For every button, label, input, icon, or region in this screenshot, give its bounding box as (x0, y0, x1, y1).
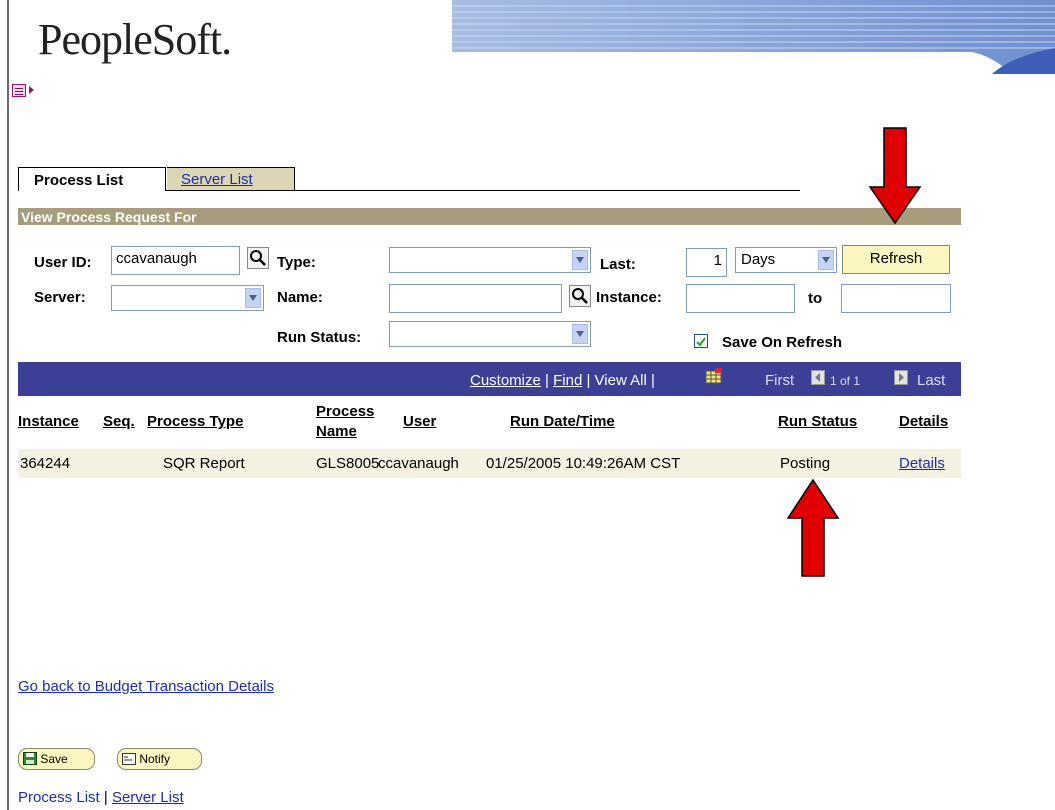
chevron-down-icon[interactable] (818, 250, 834, 270)
annotation-arrow-down-icon (868, 127, 922, 225)
annotation-arrow-up-icon (786, 478, 840, 577)
cell-process-type: SQR Report (163, 455, 245, 472)
separator: | (650, 372, 655, 389)
col-instance[interactable]: Instance (18, 413, 79, 430)
col-process-name-line2: Name (316, 423, 357, 440)
tab-server-list-link[interactable]: Server List (181, 171, 253, 188)
footer-process-list-link[interactable]: Process List (18, 789, 100, 806)
peoplesoft-logo: PeopleSoft. (38, 15, 232, 64)
find-link[interactable]: Find (553, 372, 582, 389)
instance-label: Instance: (596, 289, 662, 306)
user-id-lookup-icon[interactable] (247, 247, 269, 269)
expand-arrow-icon[interactable] (29, 86, 34, 94)
tab-process-list[interactable]: Process List (18, 167, 166, 191)
type-select[interactable] (389, 247, 591, 273)
user-id-input[interactable]: ccavanaugh (111, 246, 240, 275)
cell-process-name: GLS8005 (316, 455, 380, 472)
cell-run-status: Posting (780, 455, 831, 472)
grid-toolbar: Customize | Find | View All | First 1 of… (18, 362, 961, 396)
notify-envelope-icon (122, 753, 136, 765)
col-run-date-time[interactable]: Run Date/Time (510, 413, 615, 430)
save-disk-icon (23, 752, 37, 765)
download-to-excel-icon[interactable] (705, 368, 723, 384)
checkmark-icon (696, 337, 706, 347)
tab-process-list-label: Process List (34, 172, 124, 189)
name-input[interactable] (389, 284, 562, 313)
name-label: Name: (277, 289, 323, 306)
customize-link[interactable]: Customize (470, 372, 541, 389)
view-all-link[interactable]: View All (595, 372, 647, 389)
col-user[interactable]: User (403, 413, 436, 430)
save-button[interactable]: Save (18, 748, 95, 770)
user-id-label: User ID: (34, 254, 92, 271)
server-select[interactable] (111, 285, 264, 311)
first-label: First (765, 372, 795, 389)
tab-server-list[interactable]: Server List (167, 167, 295, 190)
save-button-label: Save (40, 752, 68, 766)
col-process-name[interactable]: Process Name (316, 402, 374, 442)
chevron-down-icon[interactable] (572, 324, 588, 344)
page-info: 1 of 1 (830, 374, 861, 388)
details-link[interactable]: Details (899, 455, 945, 472)
previous-page-icon (811, 370, 825, 385)
instance-from-input[interactable] (686, 284, 795, 313)
chevron-down-icon[interactable] (245, 288, 261, 308)
save-on-refresh-checkbox[interactable] (694, 334, 708, 348)
refresh-button[interactable]: Refresh (842, 245, 950, 274)
col-details[interactable]: Details (899, 413, 948, 430)
menu-toggle-icon[interactable] (12, 84, 26, 97)
days-select-value: Days (741, 251, 776, 268)
notify-button[interactable]: Notify (117, 748, 202, 770)
footer-separator: | (103, 789, 108, 806)
name-lookup-icon[interactable] (569, 285, 591, 307)
header-banner (452, 0, 1055, 74)
run-status-label: Run Status: (277, 329, 362, 346)
last-page-label: Last (917, 372, 946, 389)
chevron-down-icon[interactable] (572, 250, 588, 270)
server-label: Server: (34, 289, 86, 306)
col-process-type[interactable]: Process Type (147, 413, 243, 430)
last-input[interactable]: 1 (686, 248, 727, 277)
type-label: Type: (277, 254, 316, 271)
col-process-name-line1: Process (316, 403, 375, 420)
col-seq[interactable]: Seq. (103, 413, 135, 430)
to-label: to (808, 290, 823, 307)
separator: | (586, 372, 591, 389)
go-back-link[interactable]: Go back to Budget Transaction Details (18, 678, 274, 695)
instance-to-input[interactable] (841, 284, 951, 313)
cell-run-date-time: 01/25/2005 10:49:26AM CST (486, 455, 681, 472)
footer-links: Process List | Server List (18, 789, 184, 806)
notify-button-label: Notify (139, 752, 171, 766)
col-run-status[interactable]: Run Status (778, 413, 857, 430)
cell-instance: 364244 (20, 455, 71, 472)
cell-user: ccavanaugh (378, 455, 459, 472)
section-title: View Process Request For (18, 208, 961, 225)
footer-server-list-link[interactable]: Server List (112, 789, 184, 806)
left-border (7, 0, 9, 810)
save-on-refresh-label: Save On Refresh (722, 334, 843, 351)
days-select[interactable]: Days (735, 247, 837, 273)
last-label: Last: (600, 256, 636, 273)
separator: | (545, 372, 549, 389)
run-status-select[interactable] (389, 321, 591, 347)
next-page-icon (894, 370, 908, 385)
